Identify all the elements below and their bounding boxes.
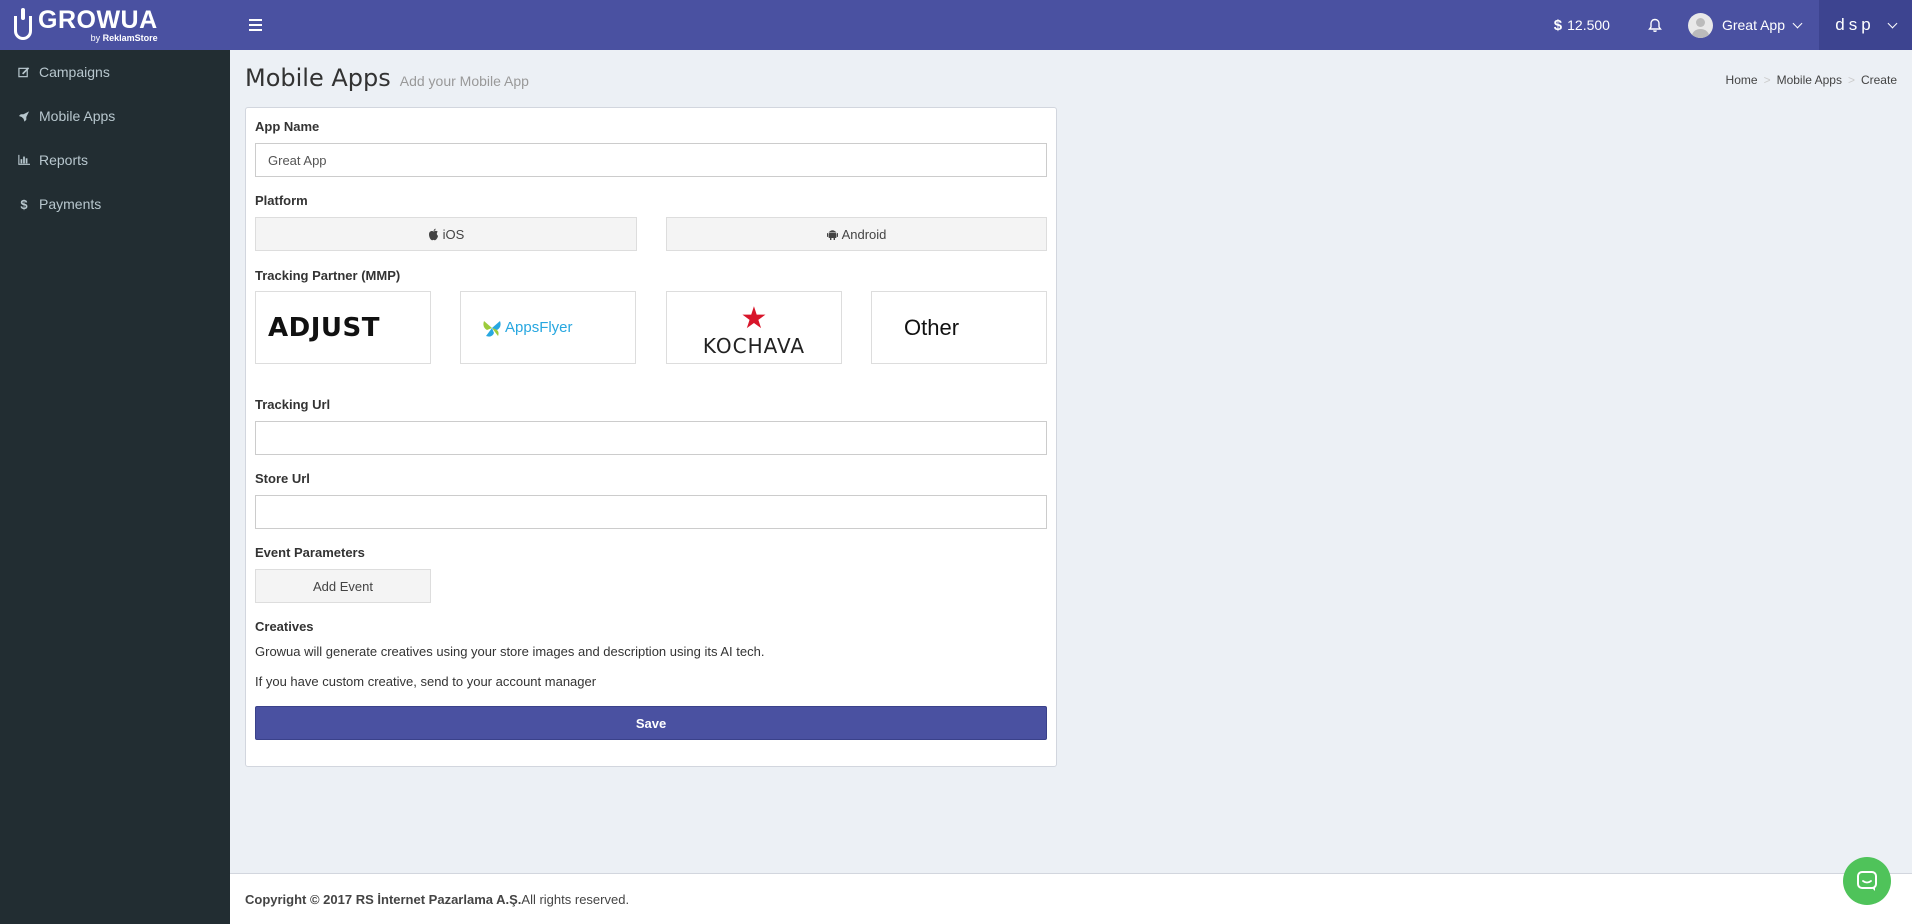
sidebar-toggle-button[interactable] <box>230 0 280 50</box>
dollar-icon: $ <box>20 196 28 212</box>
page-subtitle: Add your Mobile App <box>399 73 529 89</box>
creatives-label: Creatives <box>255 619 314 634</box>
save-button[interactable]: Save <box>255 706 1047 740</box>
other-label: Other <box>904 314 960 340</box>
user-menu[interactable]: Great App <box>1680 12 1819 38</box>
platform-android-label: Android <box>841 226 887 242</box>
breadcrumb: Home > Mobile Apps > Create <box>1726 73 1897 87</box>
chat-launcher-button[interactable] <box>1843 857 1891 905</box>
top-header: GROWUA by ReklamStore $ 12.500 Great App… <box>0 0 1912 50</box>
platform-android-button[interactable]: Android <box>666 217 1047 251</box>
sidebar-item-label: Mobile Apps <box>39 108 116 124</box>
sidebar: Campaigns Mobile Apps Reports $ Payments <box>0 50 230 924</box>
hamburger-icon <box>248 19 262 21</box>
app-name-input[interactable] <box>255 143 1047 177</box>
notifications-button[interactable] <box>1630 0 1680 50</box>
sidebar-item-campaigns[interactable]: Campaigns <box>0 50 230 94</box>
mmp-adjust-option[interactable]: ADJUST <box>255 291 431 364</box>
sidebar-item-mobile-apps[interactable]: Mobile Apps <box>0 94 230 138</box>
logo-subtitle: by ReklamStore <box>90 32 158 43</box>
chevron-down-icon <box>1792 18 1803 28</box>
sidebar-item-payments[interactable]: $ Payments <box>0 182 230 226</box>
tracking-partner-label: Tracking Partner (MMP) <box>255 268 401 283</box>
event-parameters-label: Event Parameters <box>255 545 365 560</box>
edit-icon <box>18 66 30 79</box>
appsflyer-logo-icon <box>483 320 501 337</box>
kochava-star-icon: ★ <box>740 301 768 335</box>
sidebar-item-reports[interactable]: Reports <box>0 138 230 182</box>
mobile-app-form: App Name Platform iOS Android Tracking P… <box>245 107 1057 767</box>
store-url-label: Store Url <box>255 471 310 486</box>
sidebar-item-label: Campaigns <box>39 64 110 80</box>
breadcrumb-separator: > <box>1847 73 1855 87</box>
tracking-url-label: Tracking Url <box>255 397 331 412</box>
page-title: Mobile Apps <box>245 64 391 92</box>
creatives-description: Growua will generate creatives using you… <box>255 644 765 659</box>
logo-name: GROWUA <box>38 5 158 34</box>
sidebar-item-label: Reports <box>39 152 89 168</box>
dollar-icon: $ <box>1553 16 1563 34</box>
platform-ios-label: iOS <box>442 226 465 242</box>
bar-chart-icon <box>18 154 30 166</box>
creatives-custom-note: If you have custom creative, send to you… <box>255 674 597 689</box>
adjust-logo: ADJUST <box>268 312 380 343</box>
user-name: Great App <box>1721 17 1785 33</box>
growua-logo[interactable]: GROWUA by ReklamStore <box>0 0 230 50</box>
breadcrumb-create: Create <box>1860 73 1897 87</box>
avatar <box>1687 12 1713 38</box>
apple-icon <box>428 228 438 240</box>
chat-icon <box>1857 871 1877 891</box>
main-content: Mobile Apps Add your Mobile App Home > M… <box>230 50 1912 873</box>
appsflyer-logo: AppsFlyer <box>505 319 573 336</box>
copyright-rights: All rights reserved. <box>521 891 630 907</box>
add-event-button[interactable]: Add Event <box>255 569 431 603</box>
breadcrumb-home[interactable]: Home <box>1726 73 1758 87</box>
copyright-holder: Copyright © 2017 RS İnternet Pazarlama A… <box>245 891 522 907</box>
chevron-down-icon <box>1887 18 1898 28</box>
rocket-icon <box>18 110 30 123</box>
balance-value: 12.500 <box>1567 17 1610 33</box>
app-name-label: App Name <box>255 119 320 134</box>
save-label: Save <box>635 715 667 731</box>
mmp-kochava-option[interactable]: ★ KOCHAVA <box>666 291 842 364</box>
sidebar-item-label: Payments <box>39 196 102 212</box>
account-balance[interactable]: $ 12.500 <box>1534 17 1630 34</box>
dsp-menu[interactable]: dsp <box>1819 0 1912 50</box>
android-icon <box>826 230 838 240</box>
growua-logo-icon <box>14 8 32 40</box>
dsp-label: dsp <box>1835 15 1875 34</box>
add-event-label: Add Event <box>313 578 373 594</box>
breadcrumb-mobile-apps[interactable]: Mobile Apps <box>1777 73 1842 87</box>
breadcrumb-separator: > <box>1763 73 1771 87</box>
platform-label: Platform <box>255 193 308 208</box>
mmp-appsflyer-option[interactable]: AppsFlyer <box>460 291 636 364</box>
footer: Copyright © 2017 RS İnternet Pazarlama A… <box>230 873 1912 924</box>
kochava-logo: KOCHAVA <box>702 333 806 358</box>
bell-icon <box>1648 18 1662 32</box>
tracking-url-input[interactable] <box>255 421 1047 455</box>
platform-ios-button[interactable]: iOS <box>255 217 637 251</box>
store-url-input[interactable] <box>255 495 1047 529</box>
mmp-other-option[interactable]: Other <box>871 291 1047 364</box>
